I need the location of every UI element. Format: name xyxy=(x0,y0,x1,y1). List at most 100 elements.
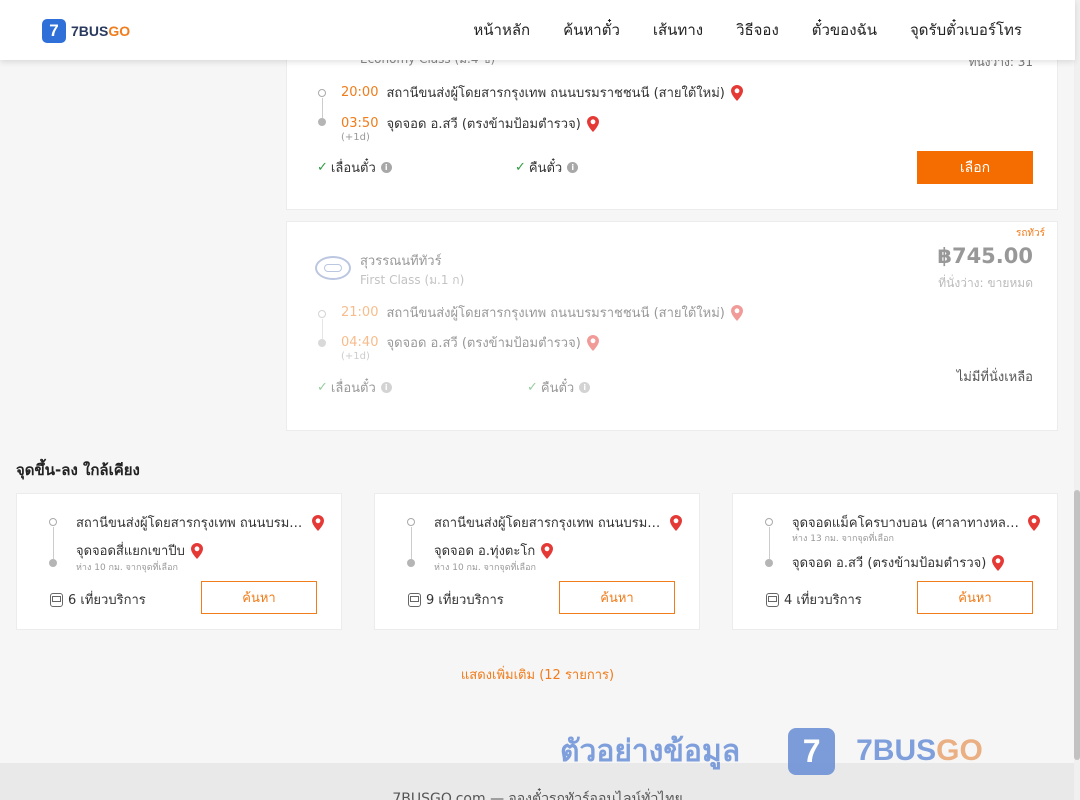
to-dot-icon xyxy=(407,559,415,567)
service-count-text: 6 เที่ยวบริการ xyxy=(68,593,146,608)
route-line xyxy=(411,527,412,559)
nearby-from-text: สถานีขนส่งผู้โดยสารกรุงเทพ ถนนบรมราชชนนี… xyxy=(76,516,306,531)
nav-ticket-pickup[interactable]: จุดรับตั๋วเบอร์โทร xyxy=(910,18,1022,42)
page-scrollbar[interactable] xyxy=(1074,0,1080,800)
info-icon[interactable]: i xyxy=(380,162,392,173)
search-button[interactable]: ค้นหา xyxy=(559,581,675,614)
feature-label: คืนตั๋ว xyxy=(528,161,563,176)
to-dot-icon xyxy=(49,559,57,567)
arrive-stop: 03:50 จุดจอด อ.สวี (ตรงข้ามป้อมตำรวจ) xyxy=(341,113,599,134)
nav-my-tickets[interactable]: ตั๋วของฉัน xyxy=(812,18,877,42)
nearby-distance: ห่าง 10 กม. จากจุดที่เลือก xyxy=(76,563,178,573)
site-logo[interactable]: 7 7BUSGO xyxy=(42,19,130,43)
from-dot-icon xyxy=(765,518,773,526)
map-pin-icon[interactable] xyxy=(586,115,599,132)
nav-home[interactable]: หน้าหลัก xyxy=(473,18,530,42)
logo-mark: 7 xyxy=(42,19,66,43)
nearby-distance: ห่าง 13 กม. จากจุดที่เลือก xyxy=(792,534,894,544)
search-button[interactable]: ค้นหา xyxy=(917,581,1033,614)
route-line xyxy=(322,319,323,339)
depart-place: สถานีขนส่งผู้โดยสารกรุงเทพ ถนนบรมราชชนนี… xyxy=(386,306,725,321)
feature-change-ticket: ✓ เลื่อนตั๋ว i xyxy=(317,377,392,398)
scrollbar-thumb[interactable] xyxy=(1074,490,1080,760)
depart-dot-icon xyxy=(318,310,326,318)
service-count: 6 เที่ยวบริการ xyxy=(50,589,146,610)
nearby-stop-card: สถานีขนส่งผู้โดยสารกรุงเทพ ถนนบรมราชชนนี… xyxy=(16,493,342,630)
plus-day: (+1d) xyxy=(341,132,370,143)
info-icon[interactable]: i xyxy=(567,162,579,173)
depart-dot-icon xyxy=(318,89,326,97)
feature-change-ticket: ✓ เลื่อนตั๋ว i xyxy=(317,157,392,178)
trip-card: รถทัวร์ สุวรรณนทีทัวร์ First Class (ม.1 … xyxy=(286,221,1058,431)
feature-refund-ticket: ✓ คืนตั๋ว i xyxy=(515,157,579,178)
map-pin-icon[interactable] xyxy=(730,304,743,321)
watermark-brand: 7BUSGO xyxy=(856,734,983,767)
map-pin-icon[interactable] xyxy=(190,542,203,559)
info-icon[interactable]: i xyxy=(579,382,591,393)
feature-label: เลื่อนตั๋ว xyxy=(330,161,376,176)
info-icon[interactable]: i xyxy=(380,382,392,393)
bus-icon xyxy=(766,592,779,607)
arrive-time: 03:50 xyxy=(341,116,379,131)
show-more-link[interactable]: แสดงเพิ่มเติม (12 รายการ) xyxy=(0,664,1075,685)
nearby-stop-card: สถานีขนส่งผู้โดยสารกรุงเทพ ถนนบรมราชชนนี… xyxy=(374,493,700,630)
main-nav: หน้าหลัก ค้นหาตั๋ว เส้นทาง วิธีจอง ตั๋วข… xyxy=(473,0,1022,60)
seats-available: ที่นั่งว่าง: ขายหมด xyxy=(938,276,1033,290)
depart-stop: 20:00 สถานีขนส่งผู้โดยสารกรุงเทพ ถนนบรมร… xyxy=(341,82,743,103)
feature-label: เลื่อนตั๋ว xyxy=(330,381,376,396)
nearby-to: จุดจอด อ.ทุ่งตะโก xyxy=(434,540,554,561)
route-line xyxy=(769,527,770,559)
service-count: 9 เที่ยวบริการ xyxy=(408,589,504,610)
arrive-dot-icon xyxy=(318,118,326,126)
nav-routes[interactable]: เส้นทาง xyxy=(653,18,703,42)
nearby-from-text: จุดจอดแม็คโครบางบอน (ศาลาทางหลวง) xyxy=(792,516,1022,531)
search-button[interactable]: ค้นหา xyxy=(201,581,317,614)
arrive-place: จุดจอด อ.สวี (ตรงข้ามป้อมตำรวจ) xyxy=(386,117,581,132)
check-icon: ✓ xyxy=(317,380,328,395)
feature-refund-ticket: ✓ คืนตั๋ว i xyxy=(527,377,591,398)
trip-card: Economy Class (ม.4 ข) ที่นั่งว่าง: 31 20… xyxy=(286,40,1058,210)
map-pin-icon[interactable] xyxy=(541,542,554,559)
route-line xyxy=(53,527,54,559)
map-pin-icon[interactable] xyxy=(992,554,1005,571)
sample-watermark: ตัวอย่างข้อมูล 7 7BUSGO xyxy=(560,726,983,776)
nearby-from: จุดจอดแม็คโครบางบอน (ศาลาทางหลวง) xyxy=(792,512,1040,533)
check-icon: ✓ xyxy=(527,380,538,395)
nav-search-ticket[interactable]: ค้นหาตั๋ว xyxy=(563,18,620,42)
map-pin-icon[interactable] xyxy=(730,84,743,101)
bus-type-badge: รถทัวร์ xyxy=(1015,228,1045,239)
company-name: สุวรรณนทีทัวร์ xyxy=(360,254,442,269)
nearby-from: สถานีขนส่งผู้โดยสารกรุงเทพ ถนนบรมราชชนนี… xyxy=(76,512,324,533)
map-pin-icon[interactable] xyxy=(1028,514,1040,531)
nearby-to-text: จุดจอด อ.ทุ่งตะโก xyxy=(434,544,536,559)
feature-label: คืนตั๋ว xyxy=(540,381,575,396)
arrive-dot-icon xyxy=(318,339,326,347)
map-pin-icon[interactable] xyxy=(670,514,682,531)
watermark-logo-mark: 7 xyxy=(788,727,836,775)
from-dot-icon xyxy=(407,518,415,526)
service-count-text: 9 เที่ยวบริการ xyxy=(426,593,504,608)
nearby-from: สถานีขนส่งผู้โดยสารกรุงเทพ ถนนบรมราชชนนี… xyxy=(434,512,682,533)
nearby-section-title: จุดขึ้น-ลง ใกล้เคียง xyxy=(16,461,140,479)
nearby-to-text: จุดจอด อ.สวี (ตรงข้ามป้อมตำรวจ) xyxy=(792,556,987,571)
sold-out-status: ไม่มีที่นั่งเหลือ xyxy=(956,370,1033,385)
service-count: 4 เที่ยวบริการ xyxy=(766,589,862,610)
map-pin-icon[interactable] xyxy=(586,334,599,351)
nearby-stop-card: จุดจอดแม็คโครบางบอน (ศาลาทางหลวง) ห่าง 1… xyxy=(732,493,1058,630)
select-trip-button[interactable]: เลือก xyxy=(917,151,1033,184)
arrive-stop: 04:40 จุดจอด อ.สวี (ตรงข้ามป้อมตำรวจ) xyxy=(341,332,599,353)
map-pin-icon[interactable] xyxy=(312,514,324,531)
watermark-text: ตัวอย่างข้อมูล xyxy=(560,733,741,769)
depart-time: 21:00 xyxy=(341,305,379,320)
check-icon: ✓ xyxy=(317,160,328,175)
logo-text: 7BUSGO xyxy=(71,23,131,39)
bus-class-label: First Class (ม.1 ก) xyxy=(360,273,465,287)
nav-how-to-book[interactable]: วิธีจอง xyxy=(736,18,779,42)
to-dot-icon xyxy=(765,559,773,567)
nearby-to-text: จุดจอดสี่แยกเขาปีบ xyxy=(76,544,185,559)
nearby-to: จุดจอด อ.สวี (ตรงข้ามป้อมตำรวจ) xyxy=(792,552,1005,573)
nearby-from-text: สถานีขนส่งผู้โดยสารกรุงเทพ ถนนบรมราชชนนี… xyxy=(434,516,664,531)
company-logo xyxy=(315,256,351,280)
from-dot-icon xyxy=(49,518,57,526)
depart-stop: 21:00 สถานีขนส่งผู้โดยสารกรุงเทพ ถนนบรมร… xyxy=(341,302,743,323)
